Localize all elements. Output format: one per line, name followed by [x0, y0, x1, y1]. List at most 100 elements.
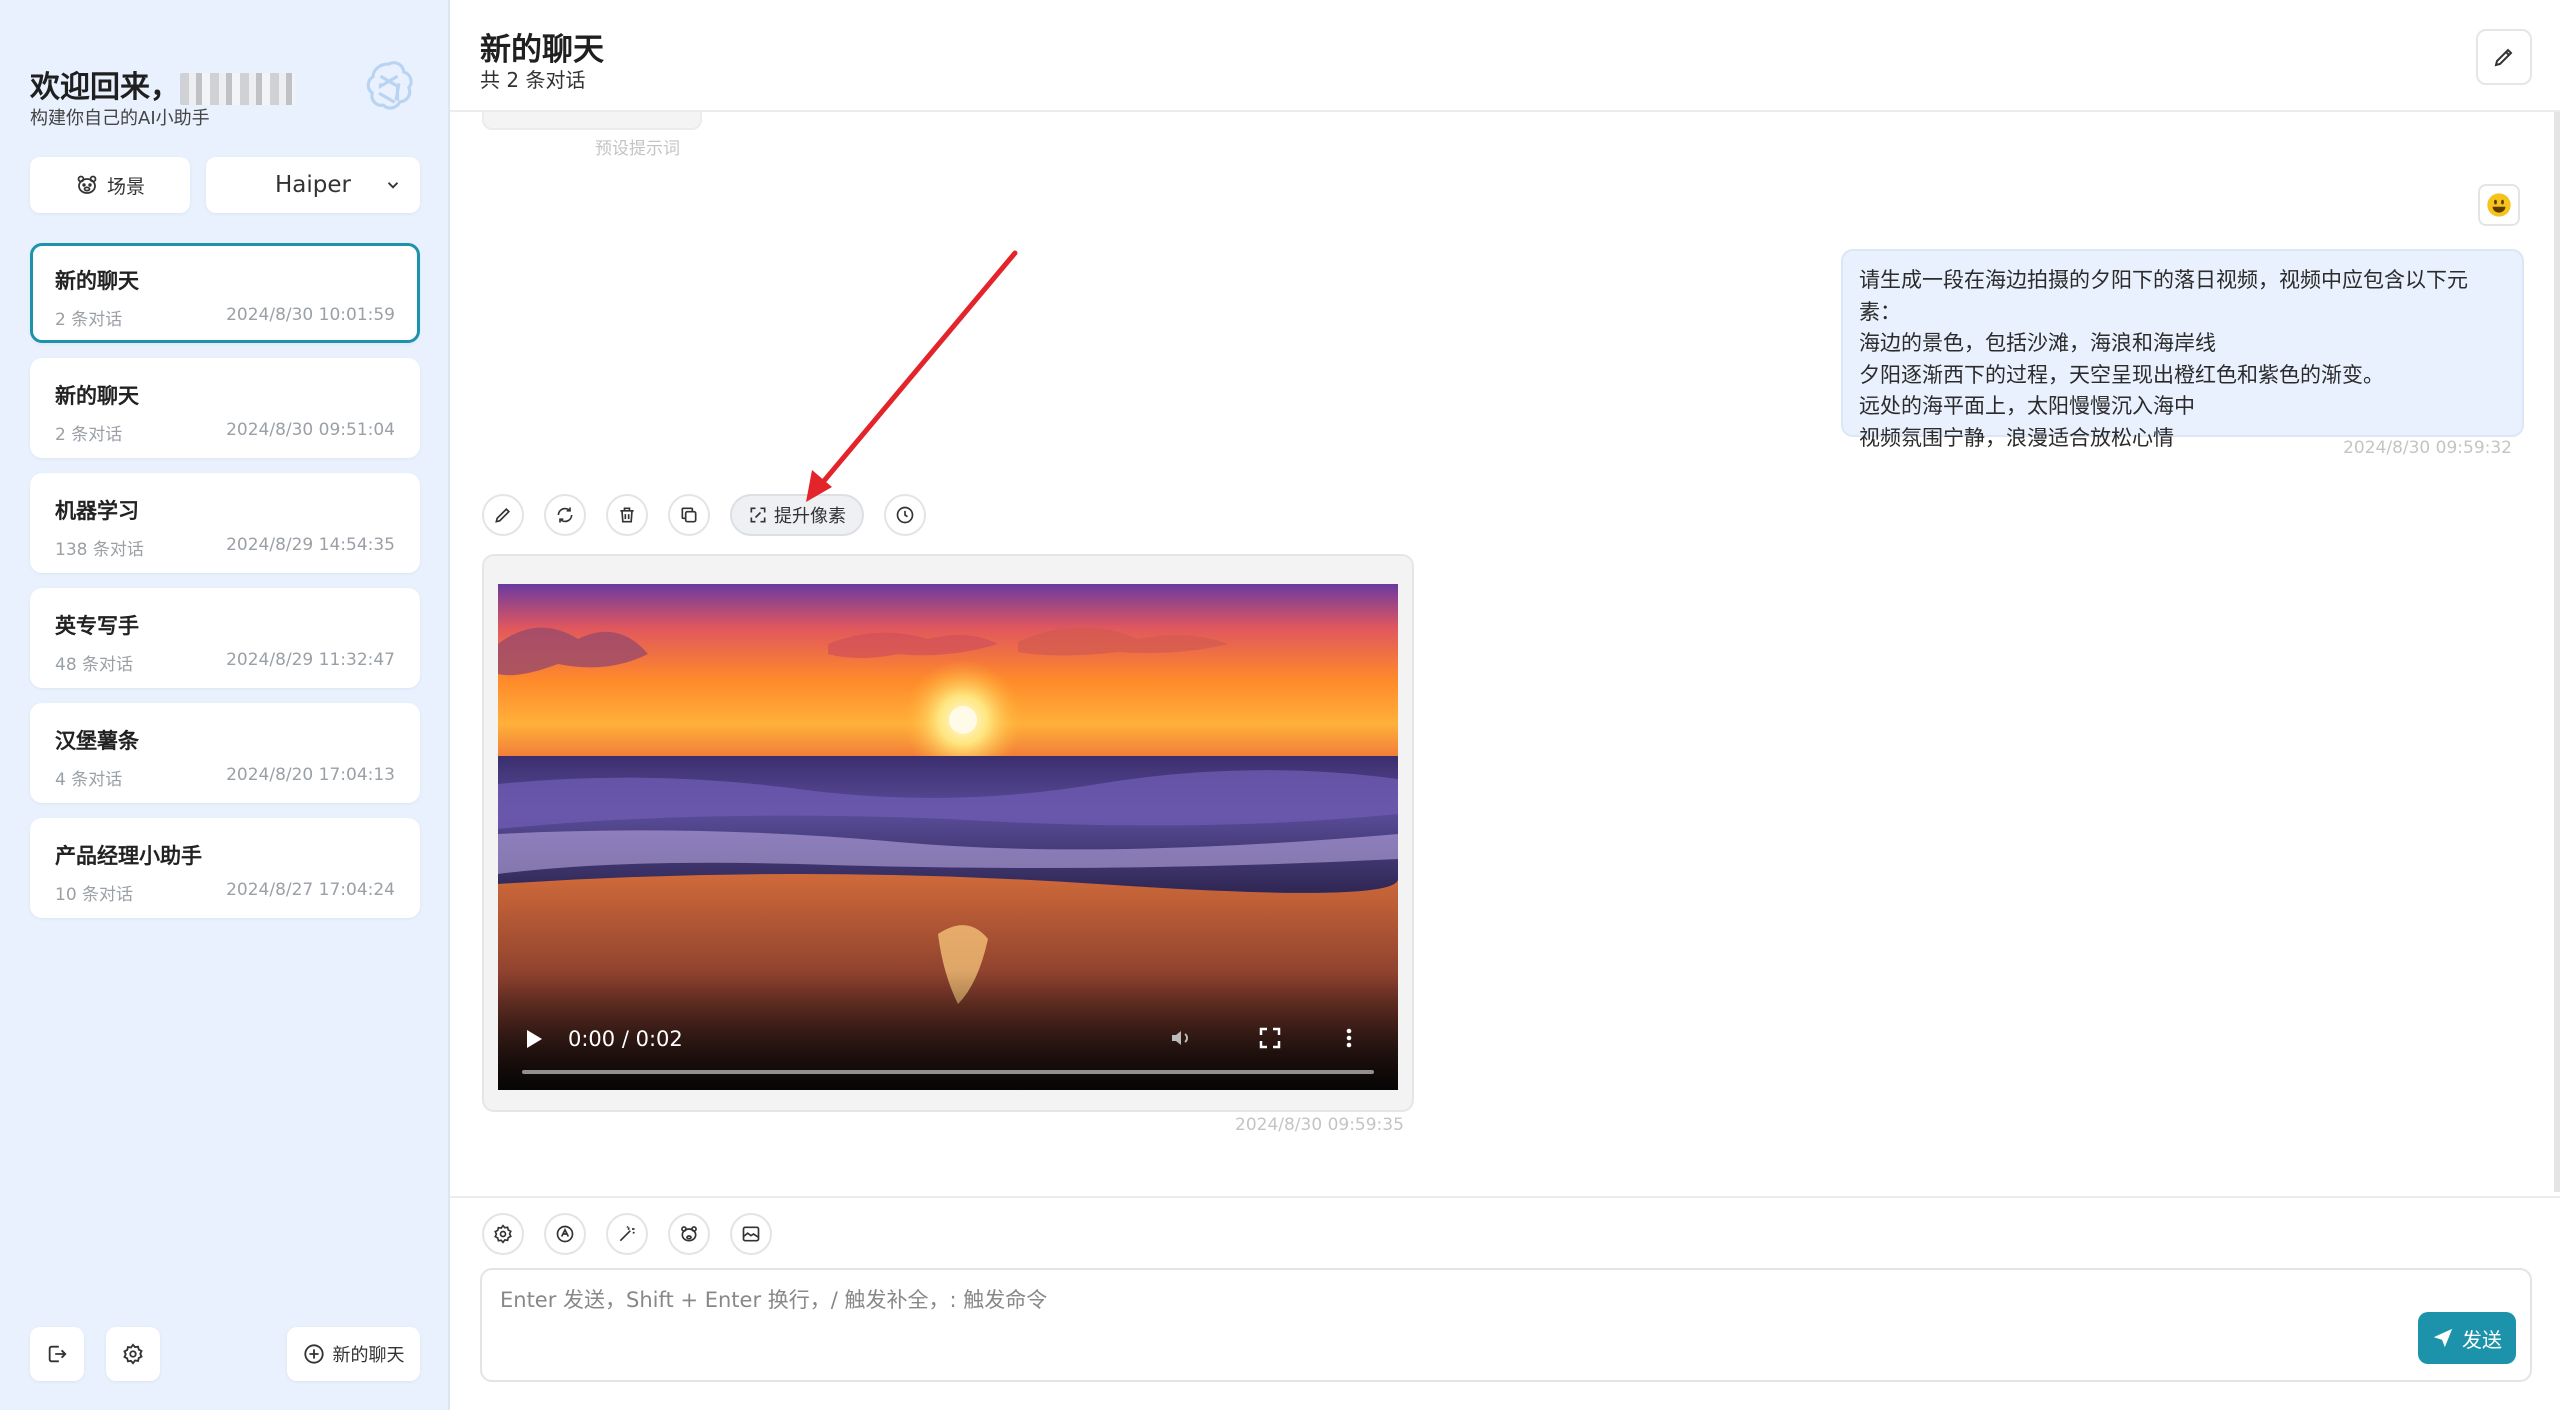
- model-select[interactable]: Haiper: [206, 157, 420, 213]
- magic-wand-icon: [619, 1225, 635, 1242]
- chat-time: 2024/8/29 14:54:35: [226, 535, 395, 555]
- regenerate-button[interactable]: [544, 494, 586, 536]
- chat-title: 汉堡薯条: [55, 729, 139, 753]
- bot-video-message: 0:00 / 0:02: [482, 554, 1414, 1112]
- refresh-icon: [557, 507, 573, 523]
- input-toolbar: [482, 1213, 772, 1255]
- scrollbar[interactable]: [2554, 112, 2560, 1192]
- sidebar-subtitle: 构建你自己的AI小助手: [30, 108, 210, 129]
- new-chat-button[interactable]: 新的聊天: [287, 1327, 420, 1381]
- upscale-button[interactable]: 提升像素: [730, 494, 864, 536]
- user-message-bubble: 请生成一段在海边拍摄的夕阳下的落日视频，视频中应包含以下元素： 海边的景色，包括…: [1841, 249, 2524, 450]
- video-player[interactable]: 0:00 / 0:02: [498, 584, 1398, 1090]
- sidebar: 欢迎回来， 构建你自己的AI小助手 场景 Haiper 新的聊天 2 条对话 2…: [0, 0, 450, 1410]
- chat-item[interactable]: 产品经理小助手 10 条对话 2024/8/27 17:04:24: [30, 818, 420, 918]
- model-switch-button[interactable]: [544, 1213, 586, 1255]
- robot-icon: [556, 1225, 574, 1243]
- video-time-display: 0:00 / 0:02: [568, 1027, 683, 1051]
- send-button[interactable]: 发送: [2418, 1312, 2516, 1364]
- chat-item[interactable]: 新的聊天 2 条对话 2024/8/30 10:01:59: [30, 243, 420, 343]
- chat-title: 产品经理小助手: [55, 844, 202, 868]
- gear-icon: [123, 1343, 143, 1365]
- play-icon[interactable]: [524, 1028, 544, 1050]
- chat-title: 新的聊天: [55, 269, 139, 293]
- chat-title: 机器学习: [55, 499, 139, 523]
- bear-icon: [77, 175, 97, 194]
- video-controls: 0:00 / 0:02: [498, 970, 1398, 1090]
- image-icon: [742, 1226, 760, 1242]
- message-actions: 提升像素: [482, 494, 926, 536]
- chat-count: 138 条对话: [55, 540, 144, 560]
- chevron-down-icon: [387, 182, 399, 189]
- video-progress-bar[interactable]: [522, 1070, 1374, 1074]
- model-value: Haiper: [275, 172, 351, 198]
- new-chat-label: 新的聊天: [332, 1345, 405, 1366]
- history-button[interactable]: [884, 494, 926, 536]
- settings-button[interactable]: [106, 1327, 160, 1381]
- bear-icon: [681, 1226, 697, 1242]
- expand-icon: [750, 507, 766, 523]
- chat-count: 10 条对话: [55, 885, 134, 905]
- upscale-label: 提升像素: [774, 506, 846, 527]
- user-avatar: [2478, 184, 2520, 226]
- chat-item[interactable]: 汉堡薯条 4 条对话 2024/8/20 17:04:13: [30, 703, 420, 803]
- edit-message-button[interactable]: [482, 494, 524, 536]
- image-upload-button[interactable]: [730, 1213, 772, 1255]
- copy-icon: [681, 507, 697, 523]
- openai-logo-icon: [366, 61, 413, 110]
- chat-settings-button[interactable]: [482, 1213, 524, 1255]
- user-message-time: 2024/8/30 09:59:32: [2343, 438, 2512, 458]
- send-icon: [2433, 1328, 2453, 1348]
- gear-icon: [494, 1224, 512, 1244]
- chat-item[interactable]: 新的聊天 2 条对话 2024/8/30 09:51:04: [30, 358, 420, 458]
- message-line: 远处的海平面上，太阳慢慢沉入海中: [1859, 394, 2195, 418]
- chat-title: 新的聊天: [55, 384, 139, 408]
- chat-item[interactable]: 英专写手 48 条对话 2024/8/29 11:32:47: [30, 588, 420, 688]
- welcome-text: 欢迎回来，: [30, 70, 180, 105]
- chat-count: 4 条对话: [55, 770, 123, 790]
- welcome-heading: 欢迎回来，: [30, 62, 295, 106]
- preset-prompt-label: 预设提示词: [595, 139, 680, 159]
- message-line: 海边的景色，包括沙滩，海浪和海岸线: [1859, 331, 2216, 355]
- scene-label: 场景: [106, 175, 145, 198]
- send-label: 发送: [2462, 1327, 2502, 1352]
- blurred-username: [180, 72, 295, 105]
- scene-button[interactable]: 场景: [30, 157, 190, 213]
- chat-header: 新的聊天 共 2 条对话: [450, 0, 2560, 112]
- message-input[interactable]: [500, 1284, 2300, 1364]
- bot-message-time: 2024/8/30 09:59:35: [1235, 1115, 1404, 1135]
- chat-time: 2024/8/20 17:04:13: [226, 765, 395, 785]
- page-subtitle: 共 2 条对话: [480, 68, 586, 92]
- pencil-icon: [495, 507, 511, 523]
- message-line: 请生成一段在海边拍摄的夕阳下的落日视频，视频中应包含以下元素：: [1859, 268, 2468, 324]
- fullscreen-icon[interactable]: [1258, 1026, 1282, 1050]
- chat-title: 英专写手: [55, 614, 139, 638]
- message-line: 夕阳逐渐西下的过程，天空呈现出橙红色和紫色的渐变。: [1859, 362, 2384, 387]
- pencil-icon: [2494, 48, 2513, 67]
- trash-icon: [620, 507, 634, 523]
- page-title: 新的聊天: [480, 32, 604, 68]
- more-vertical-icon[interactable]: [1343, 1026, 1355, 1050]
- smiley-icon: [2487, 193, 2511, 217]
- chat-count: 48 条对话: [55, 655, 134, 675]
- prompt-wand-button[interactable]: [606, 1213, 648, 1255]
- mask-button[interactable]: [668, 1213, 710, 1255]
- chat-time: 2024/8/30 09:51:04: [226, 420, 395, 440]
- chat-time: 2024/8/30 10:01:59: [226, 305, 395, 325]
- clock-icon: [896, 506, 914, 524]
- logout-button[interactable]: [30, 1327, 84, 1381]
- logout-icon: [48, 1345, 67, 1363]
- chat-time: 2024/8/27 17:04:24: [226, 880, 395, 900]
- chat-time: 2024/8/29 11:32:47: [226, 650, 395, 670]
- main-panel: 新的聊天 共 2 条对话 预设提示词 请生成一段在海边拍摄的夕阳下的落日视频，视…: [450, 0, 2560, 1410]
- chat-count: 2 条对话: [55, 425, 123, 445]
- copy-button[interactable]: [668, 494, 710, 536]
- chat-count: 2 条对话: [55, 310, 123, 330]
- plus-circle-icon: [303, 1344, 324, 1364]
- chat-item[interactable]: 机器学习 138 条对话 2024/8/29 14:54:35: [30, 473, 420, 573]
- input-area: 发送: [450, 1196, 2560, 1410]
- message-input-box: [480, 1268, 2532, 1382]
- rename-chat-button[interactable]: [2476, 29, 2532, 85]
- delete-button[interactable]: [606, 494, 648, 536]
- volume-icon[interactable]: [1168, 1026, 1194, 1050]
